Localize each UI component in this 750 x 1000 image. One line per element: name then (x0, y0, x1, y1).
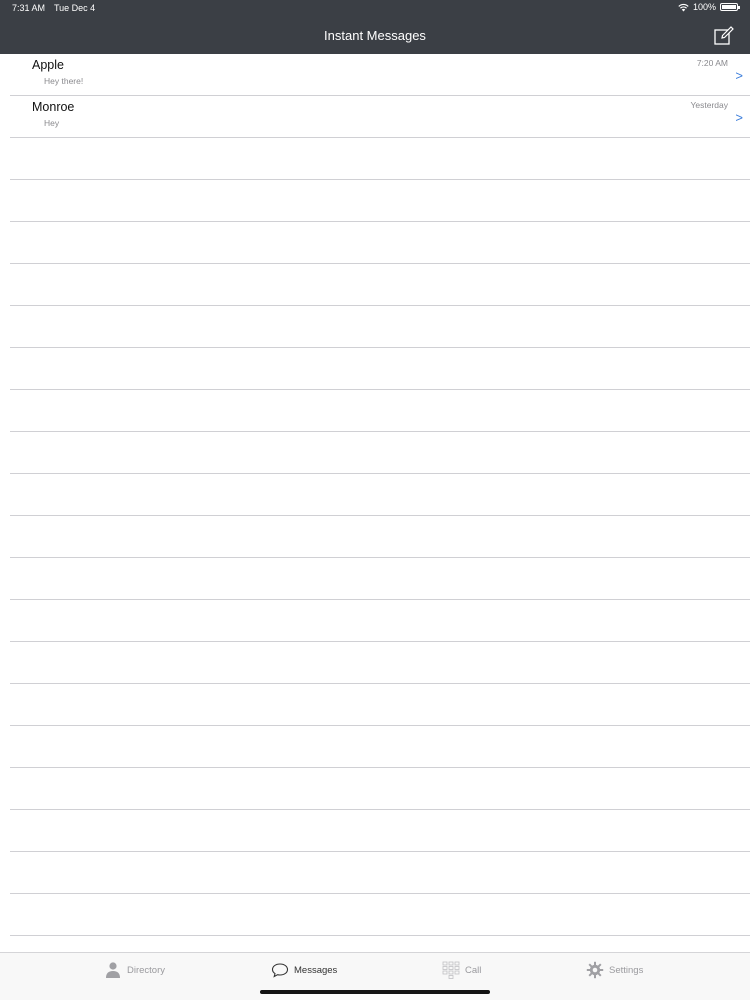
empty-row (10, 642, 750, 684)
empty-row (10, 600, 750, 642)
navigation-bar: Instant Messages (0, 18, 750, 54)
status-bar: 7:31 AM Tue Dec 4 100% (0, 0, 750, 18)
tab-label: Messages (294, 964, 338, 976)
person-icon (106, 962, 120, 978)
empty-row (10, 222, 750, 264)
conversation-list: Apple Hey there! 7:20 AM > Monroe Hey Ye… (0, 54, 750, 936)
chevron-right-icon: > (735, 110, 743, 125)
tab-label: Call (465, 964, 482, 976)
empty-row (10, 138, 750, 180)
battery-icon (720, 3, 740, 11)
wifi-icon (678, 3, 689, 11)
empty-row (10, 180, 750, 222)
gear-icon (586, 961, 604, 979)
empty-row (10, 558, 750, 600)
chat-bubble-icon (271, 963, 289, 978)
chevron-right-icon: > (735, 68, 743, 83)
empty-row (10, 432, 750, 474)
home-indicator[interactable] (260, 990, 490, 994)
conversation-time: Yesterday (690, 100, 729, 110)
conversation-row[interactable]: Apple Hey there! 7:20 AM > (10, 54, 750, 96)
empty-row (10, 348, 750, 390)
empty-row (10, 768, 750, 810)
tab-label: Settings (609, 964, 644, 976)
empty-row (10, 264, 750, 306)
empty-row (10, 852, 750, 894)
conversation-preview: Hey (44, 118, 60, 128)
tab-label: Directory (127, 964, 166, 976)
status-right: 100% (678, 2, 740, 12)
tab-settings[interactable]: Settings (586, 961, 643, 979)
tab-directory[interactable]: Directory (104, 961, 165, 979)
conversation-name: Apple (32, 58, 64, 72)
conversation-time: 7:20 AM (696, 58, 728, 68)
empty-row (10, 474, 750, 516)
empty-row (10, 684, 750, 726)
conversation-row[interactable]: Monroe Hey Yesterday > (10, 96, 750, 138)
page-title: Instant Messages (324, 28, 426, 43)
status-date: Tue Dec 4 (54, 3, 96, 13)
tab-call[interactable]: Call (442, 961, 481, 979)
status-time: 7:31 AM (12, 3, 46, 13)
battery-percent: 100% (692, 2, 716, 12)
tab-messages[interactable]: Messages (271, 961, 337, 979)
conversation-name: Monroe (32, 100, 75, 114)
empty-row (10, 390, 750, 432)
empty-row (10, 516, 750, 558)
empty-row (10, 726, 750, 768)
empty-row (10, 306, 750, 348)
empty-row (10, 810, 750, 852)
keypad-icon (442, 961, 460, 979)
compose-icon[interactable] (713, 25, 735, 47)
empty-row (10, 894, 750, 936)
conversation-preview: Hey there! (44, 76, 84, 86)
